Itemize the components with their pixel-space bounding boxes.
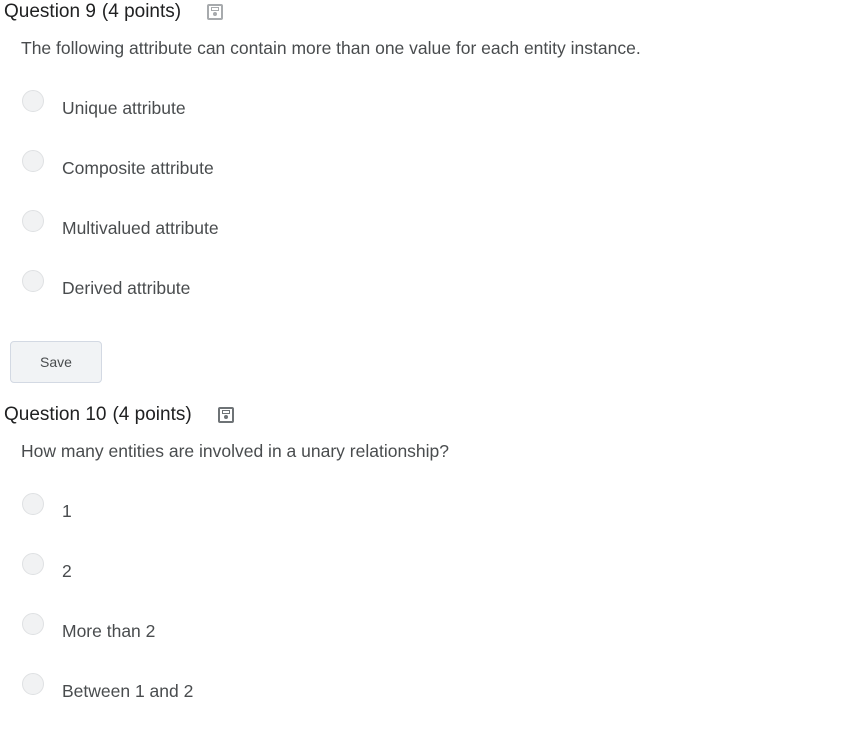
question-title: Question 10: [4, 404, 107, 425]
answer-option[interactable]: Composite attribute: [22, 150, 219, 210]
radio-button[interactable]: [22, 553, 44, 575]
answer-label[interactable]: Between 1 and 2: [62, 681, 193, 702]
question-points: (4 points): [112, 404, 192, 425]
answer-label[interactable]: 1: [62, 501, 72, 522]
answer-option[interactable]: Between 1 and 2: [22, 673, 193, 733]
save-button[interactable]: Save: [10, 341, 102, 383]
answer-option[interactable]: Unique attribute: [22, 90, 219, 150]
radio-button[interactable]: [22, 210, 44, 232]
radio-button[interactable]: [22, 613, 44, 635]
answer-option[interactable]: 1: [22, 493, 193, 553]
answer-label[interactable]: Derived attribute: [62, 278, 190, 299]
radio-button[interactable]: [22, 270, 44, 292]
answer-label[interactable]: 2: [62, 561, 72, 582]
answer-options: Unique attribute Composite attribute Mul…: [22, 90, 219, 330]
answer-option[interactable]: 2: [22, 553, 193, 613]
question-header: Question 10 (4 points): [4, 403, 234, 427]
question-prompt: How many entities are involved in a unar…: [21, 441, 450, 461]
save-status-icon: [217, 407, 234, 423]
answer-label[interactable]: More than 2: [62, 621, 155, 642]
answer-option[interactable]: Derived attribute: [22, 270, 219, 330]
question-prompt: The following attribute can contain more…: [21, 38, 641, 58]
answer-label[interactable]: Composite attribute: [62, 158, 214, 179]
radio-button[interactable]: [22, 150, 44, 172]
answer-label[interactable]: Unique attribute: [62, 98, 186, 119]
answer-option[interactable]: Multivalued attribute: [22, 210, 219, 270]
question-title: Question 9: [4, 1, 96, 22]
radio-button[interactable]: [22, 673, 44, 695]
question-header: Question 9 (4 points): [4, 0, 224, 24]
radio-button[interactable]: [22, 90, 44, 112]
answer-option[interactable]: More than 2: [22, 613, 193, 673]
question-points: (4 points): [101, 1, 182, 22]
answer-label[interactable]: Multivalued attribute: [62, 218, 219, 239]
save-status-icon: [207, 4, 224, 20]
answer-options: 1 2 More than 2 Between 1 and 2: [22, 493, 193, 733]
radio-button[interactable]: [22, 493, 44, 515]
